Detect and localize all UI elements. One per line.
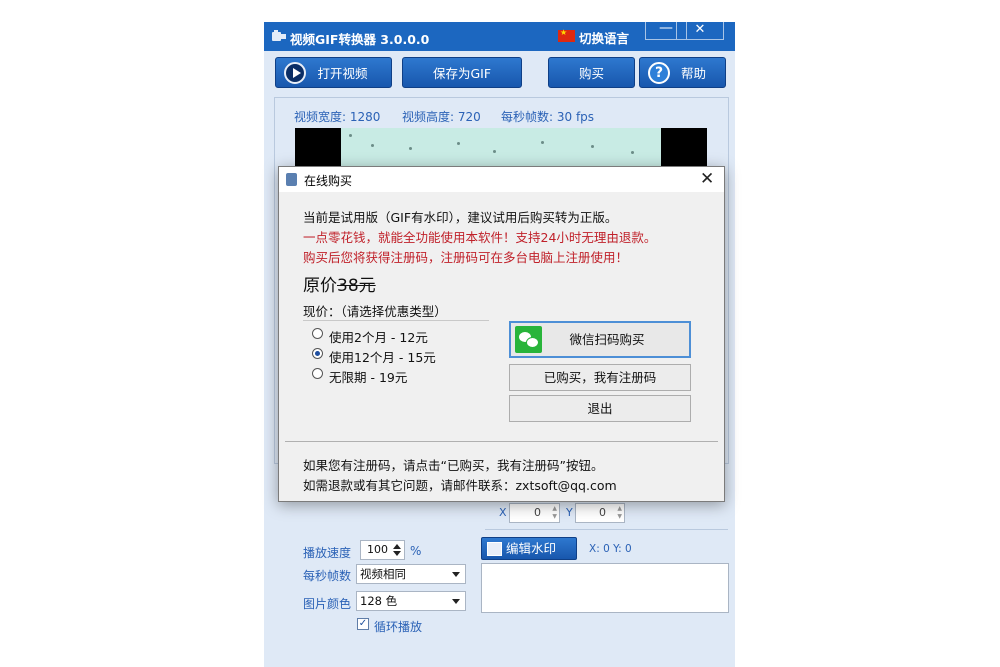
trial-notice: 当前是试用版（GIF有水印），建议试用后购买转为正版。 bbox=[303, 210, 618, 225]
save-gif-label: 保存为GIF bbox=[432, 66, 492, 81]
play-icon bbox=[284, 62, 306, 84]
minimize-icon: — bbox=[659, 20, 673, 36]
speed-unit: % bbox=[410, 544, 422, 558]
radio-icon[interactable] bbox=[312, 368, 323, 379]
close-icon: ✕ bbox=[694, 22, 706, 37]
current-price-label: 现价：（请选择优惠类型） bbox=[303, 304, 447, 319]
open-video-label: 打开视频 bbox=[317, 66, 368, 81]
video-fps-info: 每秒帧数: 30 fps bbox=[501, 110, 595, 124]
edit-watermark-button[interactable]: 编辑水印 bbox=[481, 537, 577, 560]
save-gif-button[interactable]: 保存为GIF bbox=[402, 57, 522, 88]
wechat-pay-label: 微信扫码购买 bbox=[569, 332, 645, 347]
option-label: 使用12个月 - 15元 bbox=[329, 350, 436, 365]
spinner-arrows-icon: ▲ ▼ bbox=[552, 505, 557, 520]
video-width-info: 视频宽度: 1280 bbox=[294, 110, 381, 124]
speed-value: 100 bbox=[367, 543, 388, 556]
watermark-coords: X: 0 Y: 0 bbox=[589, 543, 632, 555]
footer-contact: 如需退款或有其它问题，请邮件联系：zxtsoft@qq.com bbox=[303, 478, 617, 493]
dropdown-arrow-icon bbox=[452, 572, 460, 577]
close-window-button[interactable]: ✕ bbox=[676, 22, 724, 40]
wechat-pay-button[interactable]: 微信扫码购买 bbox=[509, 321, 691, 358]
option-label: 使用2个月 - 12元 bbox=[329, 330, 428, 345]
footer-register-hint: 如果您有注册码，请点击“已购买，我有注册码”按钮。 bbox=[303, 458, 604, 473]
fps-label: 每秒帧数 bbox=[303, 569, 352, 583]
speed-label: 播放速度 bbox=[303, 546, 352, 560]
fps-select[interactable]: 视频相同 bbox=[356, 564, 466, 584]
divider bbox=[285, 441, 718, 442]
radio-selected-icon[interactable] bbox=[312, 348, 323, 359]
original-price: 原价38元 bbox=[303, 271, 376, 296]
spinner-arrows-icon bbox=[393, 544, 401, 556]
image-icon bbox=[487, 542, 502, 556]
exit-button[interactable]: 退出 bbox=[509, 395, 691, 422]
y-offset-value: 0 bbox=[599, 506, 606, 519]
dropdown-arrow-icon bbox=[452, 599, 460, 604]
app-icon bbox=[272, 30, 286, 41]
radio-icon[interactable] bbox=[312, 328, 323, 339]
dialog-title: 在线购买 bbox=[304, 174, 353, 188]
color-select[interactable]: 128 色 bbox=[356, 591, 466, 611]
divider bbox=[485, 529, 728, 530]
original-price-value: 38元 bbox=[337, 276, 376, 296]
fps-select-value: 视频相同 bbox=[360, 567, 406, 581]
title-bar[interactable]: 视频GIF转换器 3.0.0.0 ★ 切换语言 — ✕ bbox=[264, 20, 735, 51]
purchase-dialog: 在线购买 ✕ 当前是试用版（GIF有水印），建议试用后购买转为正版。 一点零花钱… bbox=[278, 166, 725, 502]
y-offset-spinner[interactable]: 0 ▲ ▼ bbox=[575, 503, 625, 523]
color-label: 图片颜色 bbox=[303, 597, 352, 611]
wechat-icon bbox=[515, 326, 542, 353]
watermark-text-box[interactable] bbox=[481, 563, 729, 613]
speed-spinner[interactable]: 100 bbox=[360, 540, 405, 560]
x-offset-value: 0 bbox=[534, 506, 541, 519]
registration-notice: 购买后您将获得注册码，注册码可在多台电脑上注册使用！ bbox=[303, 250, 629, 265]
switch-language-button[interactable]: 切换语言 bbox=[579, 28, 629, 47]
help-icon: ? bbox=[648, 62, 670, 84]
y-offset-label: Y bbox=[566, 506, 573, 519]
loop-label: 循环播放 bbox=[374, 620, 423, 634]
loop-checkbox[interactable]: ✓ bbox=[357, 618, 369, 630]
app-title: 视频GIF转换器 3.0.0.0 bbox=[290, 32, 430, 47]
buy-label: 购买 bbox=[578, 66, 604, 81]
dialog-title-bar[interactable]: 在线购买 ✕ bbox=[279, 167, 724, 192]
video-height-info: 视频高度: 720 bbox=[402, 110, 481, 124]
offset-row: X 0 ▲ ▼ Y 0 ▲ ▼ bbox=[264, 502, 735, 526]
already-purchased-button[interactable]: 已购买，我有注册码 bbox=[509, 364, 691, 391]
buy-button[interactable]: 购买 bbox=[548, 57, 635, 88]
x-offset-label: X bbox=[499, 506, 507, 519]
promo-notice: 一点零花钱，就能全功能使用本软件！支持24小时无理由退款。 bbox=[303, 230, 657, 245]
x-offset-spinner[interactable]: 0 ▲ ▼ bbox=[509, 503, 560, 523]
divider bbox=[303, 320, 489, 321]
dialog-close-icon[interactable]: ✕ bbox=[700, 169, 714, 189]
china-flag-icon: ★ bbox=[558, 28, 575, 42]
open-video-button[interactable]: 打开视频 bbox=[275, 57, 392, 88]
option-label: 无限期 - 19元 bbox=[329, 370, 408, 385]
dialog-app-icon bbox=[286, 173, 297, 186]
color-select-value: 128 色 bbox=[360, 594, 398, 608]
help-button[interactable]: ? 帮助 bbox=[639, 57, 726, 88]
already-purchased-label: 已购买，我有注册码 bbox=[543, 370, 657, 385]
original-price-prefix: 原价 bbox=[303, 276, 337, 296]
spinner-arrows-icon: ▲ ▼ bbox=[617, 505, 622, 520]
exit-label: 退出 bbox=[587, 401, 613, 416]
